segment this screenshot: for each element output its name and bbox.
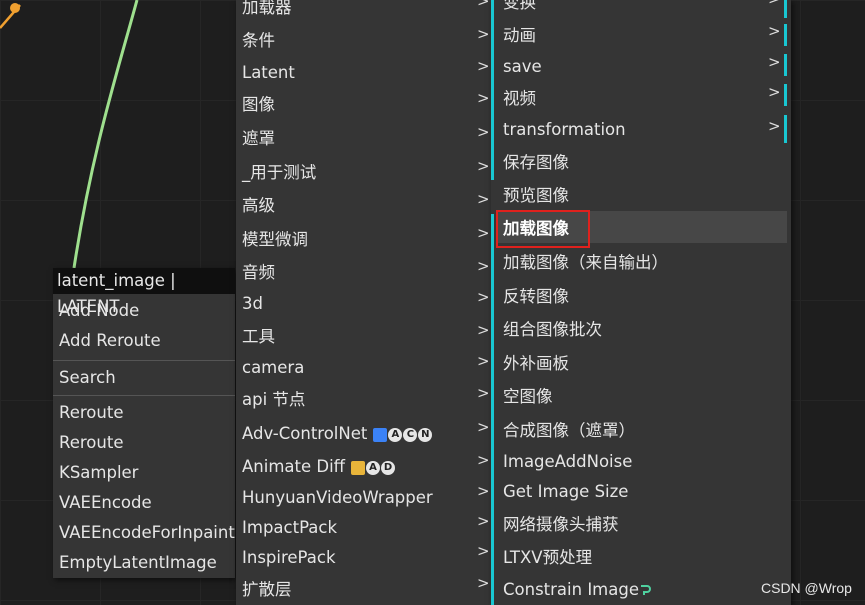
submenu-arrow-icon: > (477, 288, 490, 306)
submenu-label: 加载图像（来自输出） (503, 253, 668, 272)
submenu-label: 保存图像 (503, 153, 569, 172)
submenu-arrow-icon: > (768, 53, 781, 71)
submenu-arrow-icon: > (477, 542, 490, 560)
menu-label: VAEEncodeForInpaint (59, 523, 235, 542)
badge-a-icon: A (388, 427, 403, 442)
submenu-arrow-icon: > (477, 321, 490, 339)
category-label: 工具 (242, 327, 275, 346)
menu-label: Search (59, 368, 116, 387)
menu-separator (53, 360, 235, 361)
submenu-label: Constrain Image (503, 580, 639, 599)
category-label: Latent (242, 63, 295, 82)
menu-label: Add Node (59, 301, 140, 320)
category-label: 高级 (242, 196, 275, 215)
badge-n-icon: N (418, 427, 433, 442)
category-label: 扩散层 (242, 580, 292, 599)
category-label: InspirePack (242, 548, 336, 567)
submenu-arrow-icon: > (477, 224, 490, 242)
submenu-label: 组合图像批次 (503, 320, 602, 339)
submenu-arrow-icon: > (477, 352, 490, 370)
submenu-label: LTXV预处理 (503, 548, 593, 567)
category-label: Adv-ControlNet (242, 424, 368, 443)
submenu-label: 变换 (503, 0, 536, 12)
submenu-label: 预览图像 (503, 186, 569, 205)
highlight-box (496, 210, 590, 248)
category-label: Animate Diff (242, 457, 346, 476)
submenu-arrow-icon: > (477, 257, 490, 275)
submenu-arrow-icon: > (477, 57, 490, 75)
submenu-arrow-icon: > (477, 451, 490, 469)
submenu-arrow-icon: > (477, 157, 490, 175)
category-label: _用于测试 (242, 163, 317, 182)
node-category-menu: 加载器 > 条件 > Latent > 图像 > 遮罩 > _用于测试 > 高级 > 模型微调… (236, 0, 491, 605)
category-label: 3d (242, 294, 263, 313)
custom-node-pack-icon (641, 585, 651, 595)
submenu-arrow-icon: > (477, 190, 490, 208)
submenu-arrow-icon: > (477, 482, 490, 500)
wire-endpoint (10, 3, 20, 13)
submenu-label: save (503, 57, 542, 76)
submenu-label: 网络摄像头捕获 (503, 515, 619, 534)
submenu-arrow-icon: > (477, 25, 490, 43)
submenu-label: Get Image Size (503, 482, 629, 501)
category-label-row: Animate Diff A D (242, 457, 396, 477)
category-label: 模型微调 (242, 230, 308, 249)
watermark: CSDN @Wrop (761, 580, 852, 596)
theater-mask-icon (351, 460, 366, 475)
submenu-label: transformation (503, 120, 626, 139)
category-label: HunyuanVideoWrapper (242, 488, 433, 507)
accent-bar (491, 214, 494, 605)
menu-separator (53, 395, 235, 396)
submenu-arrow-icon: > (477, 512, 490, 530)
submenu-arrow-icon: > (768, 0, 781, 7)
category-label: ImpactPack (242, 518, 338, 537)
menu-label: KSampler (59, 463, 139, 482)
submenu-arrow-icon: > (768, 83, 781, 101)
submenu-arrow-icon: > (477, 574, 490, 592)
category-label: 图像 (242, 95, 275, 114)
category-label: 遮罩 (242, 129, 275, 148)
menu-label: Add Reroute (59, 331, 161, 350)
submenu-label: ImageAddNoise (503, 452, 633, 471)
category-label-row: Adv-ControlNet A C N (242, 424, 433, 444)
badge-a-icon: A (366, 460, 381, 475)
category-label: 加载器 (242, 0, 292, 17)
submenu-label: 反转图像 (503, 287, 569, 306)
submenu-arrow-icon: > (477, 384, 490, 402)
submenu-label: 动画 (503, 26, 536, 45)
menu-label: Reroute (59, 433, 124, 452)
submenu-label: 合成图像（遮罩） (503, 421, 635, 440)
submenu-label: 视频 (503, 89, 536, 108)
submenu-arrow-icon: > (477, 89, 490, 107)
menu-label: VAEEncode (59, 493, 152, 512)
context-menu-header: latent_image | LATENT (53, 268, 235, 316)
submenu-label: 外补画板 (503, 354, 569, 373)
image-submenu-items: 变换 > 动画 > save > 视频 > transformation > 保存图像 预… (497, 0, 787, 605)
submenu-arrow-icon: > (477, 123, 490, 141)
submenu-arrow-icon: > (768, 22, 781, 40)
category-label: 音频 (242, 263, 275, 282)
menu-label: EmptyLatentImage (59, 553, 217, 572)
badge-c-icon: C (403, 427, 418, 442)
accent-bar (491, 0, 494, 180)
menu-label: Reroute (59, 403, 124, 422)
category-label: 条件 (242, 31, 275, 50)
submenu-arrow-icon: > (768, 117, 781, 135)
slot-context-menu: latent_image | LATENT Add Node Add Rerou… (53, 268, 235, 578)
submenu-arrow-icon: > (477, 418, 490, 436)
latent-wire (72, 0, 139, 269)
category-label: camera (242, 358, 305, 377)
submenu-label: 空图像 (503, 387, 553, 406)
controlnet-pack-icon (373, 427, 388, 442)
badge-d-icon: D (381, 460, 396, 475)
submenu-arrow-icon: > (477, 0, 490, 10)
category-label: api 节点 (242, 390, 306, 409)
